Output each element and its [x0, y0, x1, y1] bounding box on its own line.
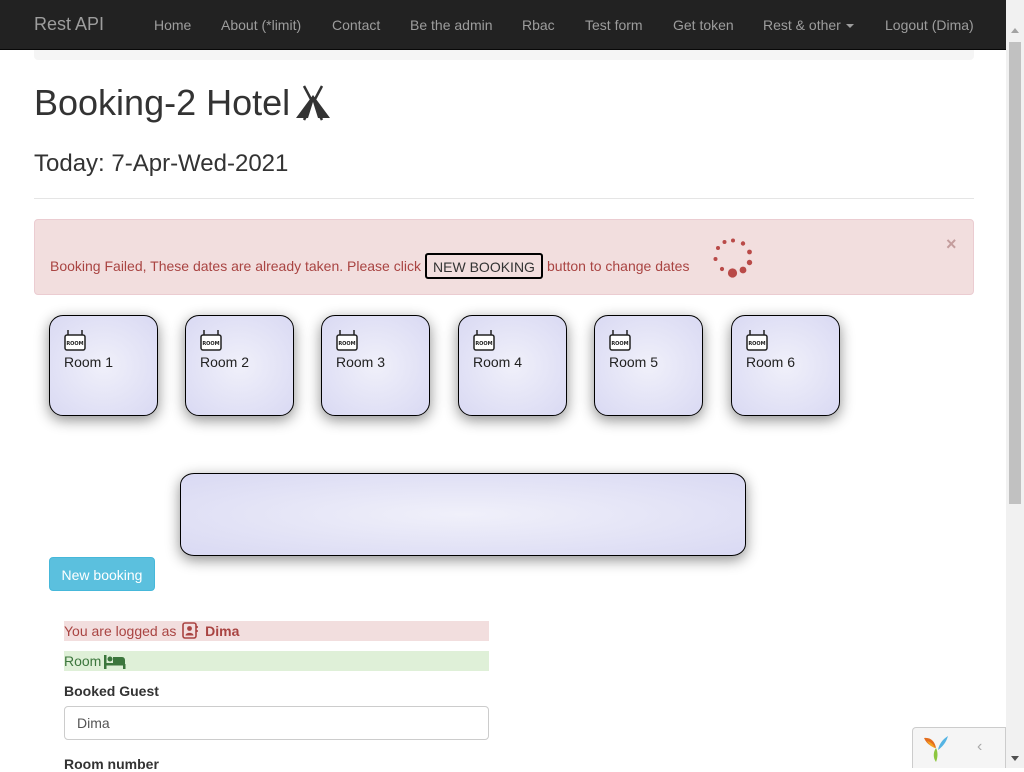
- booked-guest-input[interactable]: [64, 706, 489, 740]
- room-label: Room 5: [609, 354, 659, 370]
- nav-contact[interactable]: Contact: [332, 17, 380, 33]
- room-label: Room 1: [64, 354, 114, 370]
- room-card-5[interactable]: ROOM Room 5: [594, 315, 703, 416]
- nav-rest-other-dropdown[interactable]: Rest & other: [763, 17, 854, 33]
- svg-text:ROOM: ROOM: [202, 341, 219, 347]
- nav-rbac[interactable]: Rbac: [522, 17, 555, 33]
- alert-message-suffix: button to change dates: [547, 258, 690, 274]
- page-title: Booking-2 Hotel: [34, 82, 332, 130]
- room-sign-icon: ROOM: [609, 330, 631, 357]
- nav-get-token[interactable]: Get token: [673, 17, 734, 33]
- scroll-thumb[interactable]: [1009, 42, 1021, 504]
- nav-rest-other-label: Rest & other: [763, 17, 841, 33]
- booking-details-panel: [180, 473, 746, 556]
- room-sign-icon: ROOM: [64, 330, 86, 357]
- page-scrollbar[interactable]: [1006, 0, 1024, 768]
- room-info-label: Room: [64, 653, 102, 669]
- nav-logout[interactable]: Logout (Dima): [885, 17, 974, 33]
- room-card-2[interactable]: ROOM Room 2: [185, 315, 294, 416]
- scroll-up-arrow-icon[interactable]: [1011, 28, 1019, 33]
- top-navbar: Rest API Home About (*limit) Contact Be …: [0, 0, 1006, 50]
- booking-failed-alert: Booking Failed, These dates are already …: [34, 219, 974, 295]
- room-info: Room: [64, 651, 489, 671]
- svg-text:ROOM: ROOM: [338, 341, 355, 347]
- breadcrumb: [34, 50, 974, 60]
- nav-about[interactable]: About (*limit): [221, 17, 301, 33]
- logged-in-username: Dima: [205, 623, 240, 639]
- nav-home[interactable]: Home: [154, 17, 191, 33]
- alert-message: Booking Failed, These dates are already …: [50, 258, 421, 274]
- page-title-text: Booking-2 Hotel: [34, 82, 291, 123]
- room-label: Room 4: [473, 354, 523, 370]
- divider: [34, 198, 974, 199]
- tent-icon: [294, 85, 332, 130]
- room-sign-icon: ROOM: [200, 330, 222, 357]
- room-sign-icon: ROOM: [746, 330, 768, 357]
- new-booking-button[interactable]: New booking: [49, 557, 155, 591]
- bed-icon: [104, 654, 126, 674]
- close-alert-icon[interactable]: ×: [946, 234, 957, 255]
- caret-down-icon: [845, 24, 854, 29]
- svg-text:ROOM: ROOM: [66, 341, 83, 347]
- room-card-1[interactable]: ROOM Room 1: [49, 315, 158, 416]
- nav-test-form[interactable]: Test form: [585, 17, 643, 33]
- room-card-4[interactable]: ROOM Room 4: [458, 315, 567, 416]
- room-label: Room 2: [200, 354, 250, 370]
- svg-text:ROOM: ROOM: [475, 341, 492, 347]
- brand-link[interactable]: Rest API: [34, 14, 104, 35]
- new-booking-inline-button[interactable]: NEW BOOKING: [425, 253, 543, 279]
- svg-text:ROOM: ROOM: [611, 341, 628, 347]
- svg-text:ROOM: ROOM: [748, 341, 765, 347]
- logged-in-prefix: You are logged as: [64, 623, 177, 639]
- room-card-3[interactable]: ROOM Room 3: [321, 315, 430, 416]
- room-number-label: Room number: [64, 756, 159, 772]
- nav-be-the-admin[interactable]: Be the admin: [410, 17, 493, 33]
- room-label: Room 6: [746, 354, 796, 370]
- scroll-down-arrow-icon[interactable]: [1011, 756, 1019, 761]
- debug-toolbar[interactable]: ‹: [912, 727, 1006, 768]
- yii-logo-icon: [921, 733, 951, 768]
- loading-spinner-icon: [711, 237, 755, 286]
- room-sign-icon: ROOM: [336, 330, 358, 357]
- booked-guest-label: Booked Guest: [64, 683, 159, 699]
- today-date: Today: 7-Apr-Wed-2021: [34, 150, 289, 177]
- room-label: Room 3: [336, 354, 386, 370]
- debug-toggle-chevron-icon[interactable]: ‹: [977, 738, 982, 756]
- logged-in-info: You are logged as Dima: [64, 621, 489, 641]
- room-card-6[interactable]: ROOM Room 6: [731, 315, 840, 416]
- room-sign-icon: ROOM: [473, 330, 495, 357]
- user-card-icon: [182, 622, 199, 644]
